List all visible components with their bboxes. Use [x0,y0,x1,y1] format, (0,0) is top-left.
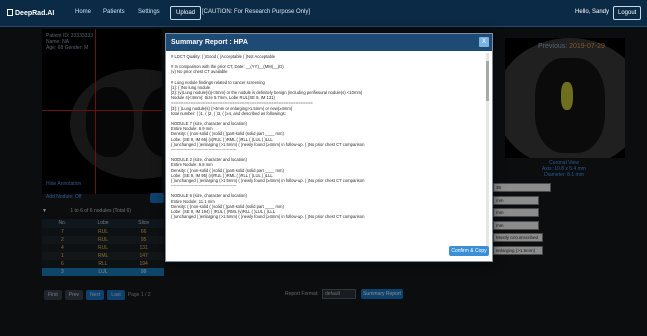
upload-button[interactable]: Upload [170,6,202,20]
nav-link-settings[interactable]: Settings [138,9,160,15]
report-text[interactable]: # LDCT Quality: ( )Good ( )Acceptable ( … [171,54,485,244]
nav-link-home[interactable]: Home [75,9,91,15]
app-root: DeepRad.AI Home Patients Settings Upload… [0,0,647,336]
logout-button[interactable]: Logout [613,6,642,20]
user-greeting: Hello, Sandy [575,9,610,15]
brand-label: DeepRad.AI [15,10,55,17]
modal-title: Summary Report : HPA [171,39,248,46]
summary-report-modal: Summary Report : HPA X # LDCT Quality: (… [165,33,493,262]
nav-link-patients[interactable]: Patients [103,9,125,15]
close-icon[interactable]: X [479,37,489,47]
modal-header: Summary Report : HPA X [166,34,492,51]
scrollbar-thumb[interactable] [486,61,489,101]
report-line: ( )unchanged ( )enlarging (>1.5mm) ( )ne… [171,214,365,220]
brand[interactable]: DeepRad.AI [7,9,54,17]
modal-scrollbar[interactable] [486,53,489,246]
navbar: DeepRad.AI Home Patients Settings Upload… [0,0,647,27]
logo-icon [7,9,13,16]
confirm-copy-button[interactable]: Confirm & Copy [449,246,489,256]
caution-text: [CAUTION: For Research Purpose Only] [202,9,311,15]
